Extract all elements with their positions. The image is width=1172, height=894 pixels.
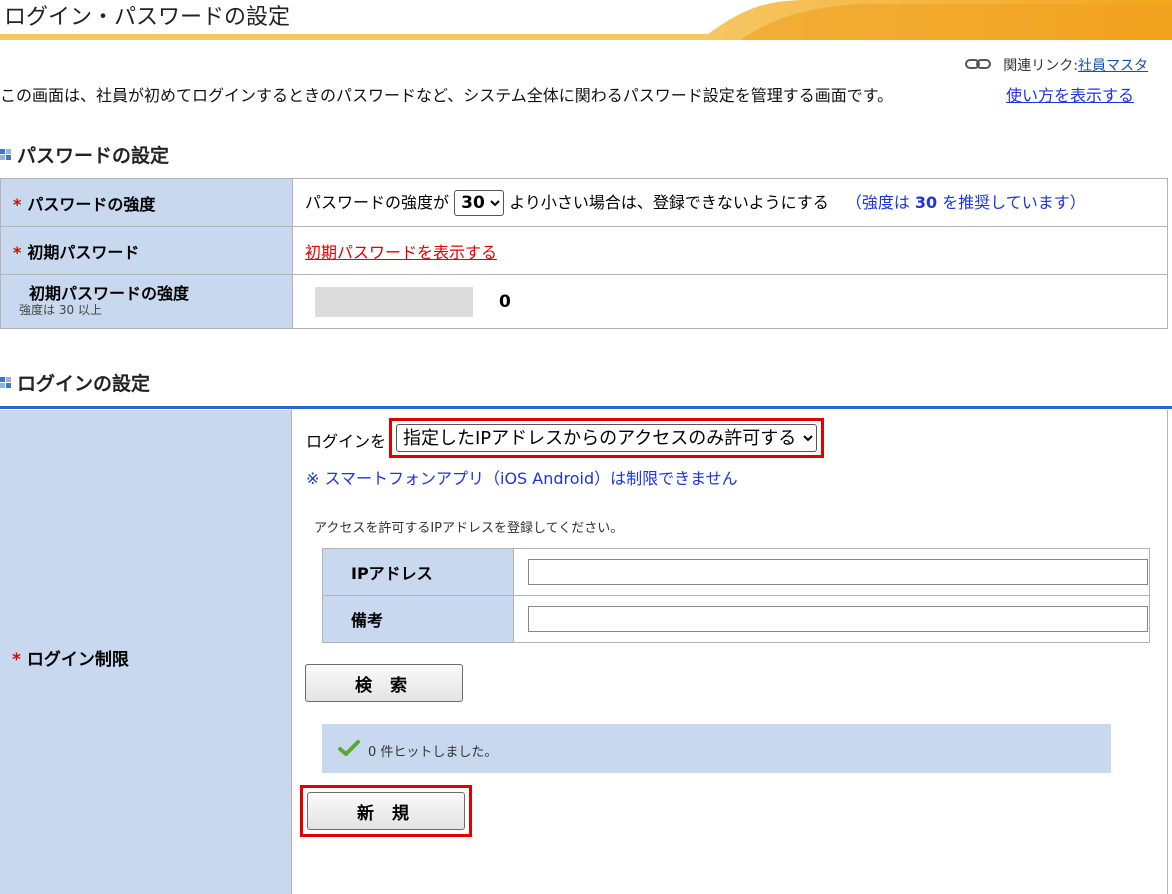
- strength-label-cell: * パスワードの強度: [0, 178, 293, 227]
- initial-password-row: * 初期パスワード 初期パスワードを表示する: [0, 226, 1168, 275]
- password-settings-table: * パスワードの強度 パスワードの強度が 30 より小さい場合は、登録できないよう…: [0, 178, 1168, 329]
- initial-password-value-cell: 初期パスワードを表示する: [292, 226, 1168, 275]
- initial-password-label-cell: * 初期パスワード: [0, 226, 293, 275]
- remarks-label-cell: 備考: [322, 595, 514, 643]
- smartphone-note: ※ スマートフォンアプリ（iOS Android）は制限できません: [306, 469, 738, 488]
- login-select-highlight: 指定したIPアドレスからのアクセスのみ許可する: [389, 418, 824, 458]
- initial-strength-value-cell: 0: [292, 274, 1168, 329]
- required-mark: *: [12, 650, 21, 670]
- employee-master-link[interactable]: 社員マスタ: [1078, 58, 1148, 74]
- ip-address-input[interactable]: [528, 559, 1148, 585]
- required-mark: *: [13, 194, 22, 214]
- result-text: 0 件ヒットしました。: [368, 745, 498, 760]
- strength-recommendation: （強度は 30 を推奨しています）: [846, 193, 1086, 212]
- initial-strength-label: 初期パスワードの強度: [29, 283, 190, 303]
- remarks-input[interactable]: [528, 606, 1148, 632]
- remarks-label: 備考: [351, 611, 384, 630]
- strength-text-before: パスワードの強度が: [305, 193, 450, 212]
- page-header: ログイン・パスワードの設定: [0, 0, 1172, 40]
- password-section-title: パスワードの設定: [0, 141, 169, 168]
- recommend-value: 30: [914, 193, 938, 212]
- login-section-title: ログインの設定: [0, 369, 150, 396]
- initial-strength-label-cell: 初期パスワードの強度 強度は 30 以上: [0, 274, 293, 329]
- login-restriction-label-text: ログイン制限: [26, 650, 129, 670]
- related-prefix: 関連リンク:: [1003, 58, 1078, 74]
- link-chain-icon: [965, 58, 992, 74]
- new-button[interactable]: 新 規: [307, 792, 465, 830]
- initial-strength-sublabel: 強度は 30 以上: [19, 302, 102, 317]
- search-button[interactable]: 検 索: [305, 664, 463, 702]
- login-section-title-text: ログインの設定: [17, 373, 151, 395]
- login-restriction-select[interactable]: 指定したIPアドレスからのアクセスのみ許可する: [396, 424, 817, 452]
- strength-meter-bar: [315, 286, 473, 317]
- strength-value-cell: パスワードの強度が 30 より小さい場合は、登録できないようにする （強度は 3…: [292, 178, 1168, 227]
- login-restriction-label: * ログイン制限: [12, 645, 129, 670]
- page-title: ログイン・パスワードの設定: [4, 5, 291, 30]
- recommend-after: を推奨しています）: [937, 193, 1086, 212]
- login-prefix-text: ログインを: [306, 432, 387, 451]
- section-bullet-icon: [0, 377, 11, 388]
- related-links: 関連リンク:社員マスタ: [965, 55, 1148, 75]
- show-usage-link[interactable]: 使い方を表示する: [1006, 82, 1134, 106]
- strength-text-after: より小さい場合は、登録できないようにする: [509, 193, 829, 212]
- section-divider: [0, 406, 1172, 409]
- remarks-row: 備考: [322, 595, 1150, 643]
- ip-row: IPアドレス: [322, 548, 1150, 596]
- section-bullet-icon: [0, 149, 11, 160]
- ip-instruction: アクセスを許可するIPアドレスを登録してください。: [314, 521, 624, 536]
- page-description: この画面は、社員が初めてログインするときのパスワードなど、システム全体に関わるパ…: [0, 86, 894, 105]
- strength-row: * パスワードの強度 パスワードの強度が 30 より小さい場合は、登録できないよう…: [0, 178, 1168, 227]
- remarks-value-cell: [513, 595, 1150, 643]
- ip-label: IPアドレス: [351, 564, 433, 583]
- initial-password-label: 初期パスワード: [27, 242, 140, 262]
- show-initial-password-link[interactable]: 初期パスワードを表示する: [305, 243, 497, 262]
- required-mark: *: [13, 242, 22, 262]
- recommend-before: （強度は: [845, 193, 915, 212]
- ip-label-cell: IPアドレス: [322, 548, 514, 596]
- check-icon: [338, 740, 360, 756]
- strength-label: パスワードの強度: [27, 194, 156, 214]
- strength-meter-value: 0: [499, 291, 511, 312]
- ip-search-table: IPアドレス 備考: [322, 548, 1150, 643]
- initial-strength-row: 初期パスワードの強度 強度は 30 以上 0: [0, 274, 1168, 329]
- password-section-title-text: パスワードの設定: [17, 145, 170, 167]
- new-button-highlight: 新 規: [300, 785, 472, 837]
- ip-value-cell: [513, 548, 1150, 596]
- strength-select[interactable]: 30: [454, 190, 505, 216]
